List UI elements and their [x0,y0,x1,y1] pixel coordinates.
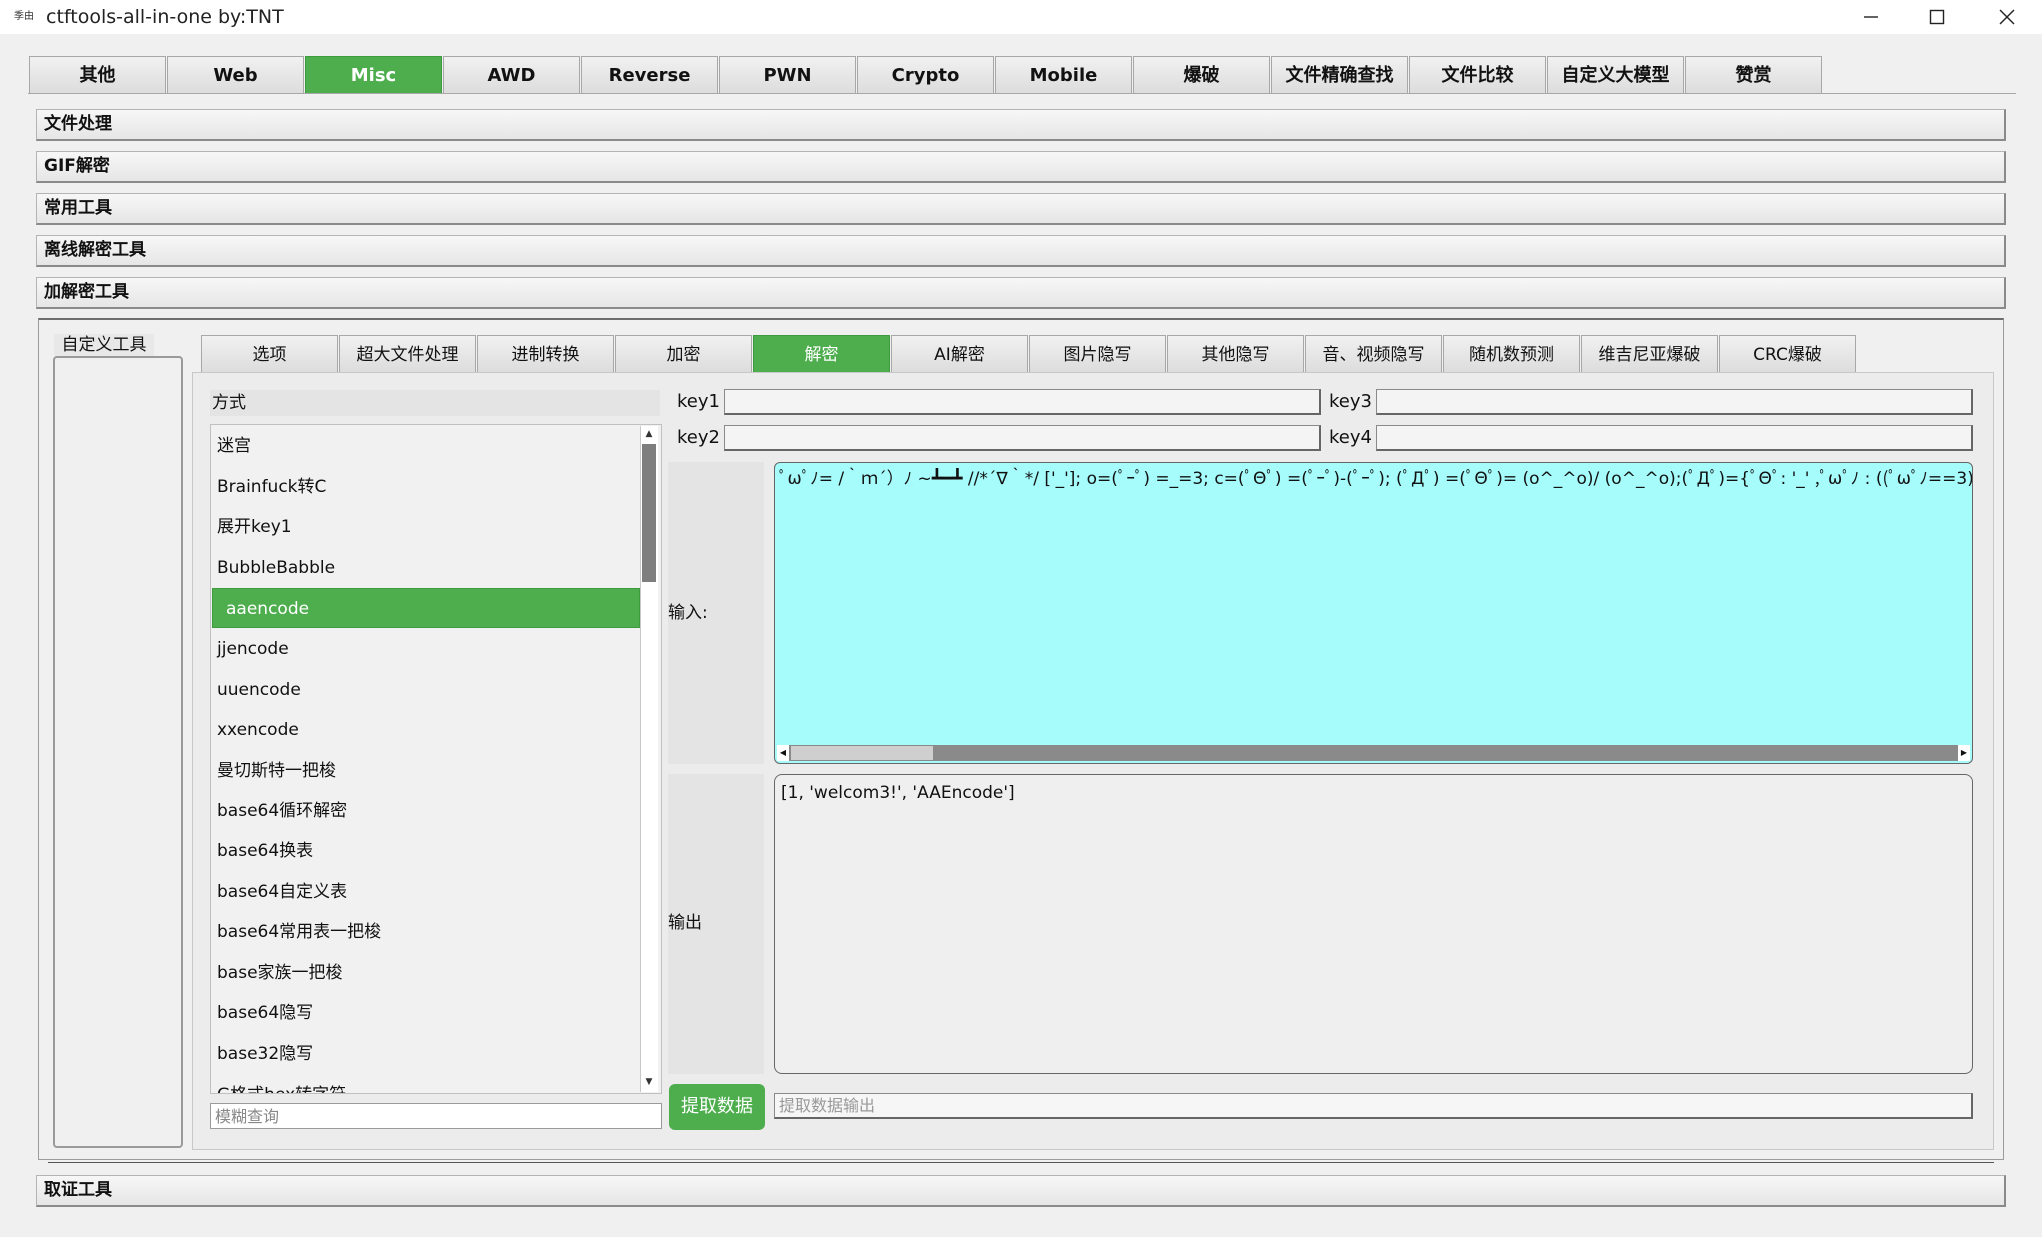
key4-field[interactable] [1376,425,1973,451]
scroll-left-arrow-icon[interactable]: ◀ [777,745,789,761]
tab-file-search[interactable]: 文件精确查找 [1271,56,1408,94]
output-label: 输出 [668,913,702,933]
key3-label: key3 [1329,391,1372,412]
app-icon: 季由 [14,11,34,22]
list-item[interactable]: BubbleBabble [211,548,641,588]
custom-tools-label: 自定义工具 [54,334,154,356]
key4-label: key4 [1329,427,1372,448]
list-item[interactable]: base64隐写 [211,993,641,1033]
subtab-large-file[interactable]: 超大文件处理 [339,335,476,373]
subtab-image-stego[interactable]: 图片隐写 [1029,335,1166,373]
section-crypto-tools[interactable]: 加解密工具 [36,277,2006,309]
extract-output-field[interactable] [774,1093,1973,1119]
custom-tools-group [53,356,183,1148]
subtab-vigenere-brute[interactable]: 维吉尼亚爆破 [1581,335,1718,373]
list-item[interactable]: base64自定义表 [211,872,641,912]
minimize-icon [1864,16,1878,18]
subtab-av-stego[interactable]: 音、视频隐写 [1305,335,1442,373]
list-item[interactable]: G格式hex转字符 [211,1075,641,1093]
section-offline-decrypt[interactable]: 离线解密工具 [36,235,2006,267]
subtab-base-convert[interactable]: 进制转换 [477,335,614,373]
section-gif-decrypt[interactable]: GIF解密 [36,151,2006,183]
scroll-right-arrow-icon[interactable]: ▶ [1958,745,1970,761]
key1-field[interactable] [724,389,1321,415]
list-item[interactable]: 迷宫 [211,426,641,466]
fuzzy-search-input[interactable] [210,1103,662,1129]
close-button[interactable] [1976,0,2038,34]
list-item[interactable]: xxencode [211,710,641,750]
subtab-other-stego[interactable]: 其他隐写 [1167,335,1304,373]
list-item[interactable]: Brainfuck转C [211,467,641,507]
key2-field[interactable] [724,425,1321,451]
method-list[interactable]: 迷宫 Brainfuck转C 展开key1 BubbleBabble aaenc… [210,424,662,1094]
input-text[interactable]: ﾟωﾟﾉ= /｀ｍ´）ﾉ ~┻━┻ //*´∇｀*/ ['_']; o=(ﾟｰﾟ… [779,467,1972,491]
list-item[interactable]: 展开key1 [211,507,641,547]
list-item[interactable]: uuencode [211,670,641,710]
tab-other[interactable]: 其他 [29,56,166,94]
input-horizontal-scrollbar[interactable]: ◀ ▶ [777,745,1970,761]
list-item[interactable]: jjencode [211,629,641,669]
scrollbar-thumb[interactable] [791,746,933,760]
section-file-processing[interactable]: 文件处理 [36,109,2006,141]
list-item-selected[interactable]: aaencode [212,588,640,628]
minimize-button[interactable] [1840,0,1902,34]
section-common-tools[interactable]: 常用工具 [36,193,2006,225]
list-item[interactable]: base64常用表一把梭 [211,912,641,952]
method-label: 方式 [210,390,660,416]
panel-divider [48,1162,1994,1163]
subtab-options[interactable]: 选项 [201,335,338,373]
subtab-random-predict[interactable]: 随机数预测 [1443,335,1580,373]
subtab-decrypt[interactable]: 解密 [753,335,890,373]
list-item[interactable]: base64循环解密 [211,791,641,831]
tab-pwn[interactable]: PWN [719,56,856,94]
tab-donate[interactable]: 赞赏 [1685,56,1822,94]
tab-crypto[interactable]: Crypto [857,56,994,94]
tab-web[interactable]: Web [167,56,304,94]
section-forensics-tools[interactable]: 取证工具 [36,1175,2006,1207]
tab-reverse[interactable]: Reverse [581,56,718,94]
key2-label: key2 [677,427,720,448]
title-bar [0,0,2042,34]
input-textarea[interactable]: ﾟωﾟﾉ= /｀ｍ´）ﾉ ~┻━┻ //*´∇｀*/ ['_']; o=(ﾟｰﾟ… [774,462,1973,764]
scroll-up-arrow-icon[interactable]: ▲ [640,426,658,442]
list-item[interactable]: base32隐写 [211,1034,641,1074]
subtab-ai-decrypt[interactable]: AI解密 [891,335,1028,373]
tab-awd[interactable]: AWD [443,56,580,94]
extract-data-button[interactable]: 提取数据 [669,1084,765,1130]
list-item[interactable]: base家族一把梭 [211,953,641,993]
subtab-encrypt[interactable]: 加密 [615,335,752,373]
input-label: 输入: [668,603,708,623]
list-item[interactable]: base64换表 [211,831,641,871]
tab-divider [28,93,2016,94]
scroll-down-arrow-icon[interactable]: ▼ [640,1074,658,1090]
key3-field[interactable] [1376,389,1973,415]
subtab-crc-brute[interactable]: CRC爆破 [1719,335,1856,373]
output-textarea[interactable]: [1, 'welcom3!', 'AAEncode'] [774,774,1973,1074]
tab-misc[interactable]: Misc [305,56,442,94]
tab-custom-llm[interactable]: 自定义大模型 [1547,56,1684,94]
key1-label: key1 [677,391,720,412]
maximize-button[interactable] [1906,0,1968,34]
close-icon [1999,9,2015,25]
list-item[interactable]: 曼切斯特一把梭 [211,751,641,791]
window-title: ctftools-all-in-one by:TNT [46,6,284,28]
tab-mobile[interactable]: Mobile [995,56,1132,94]
maximize-icon [1929,9,1945,25]
scrollbar-thumb[interactable] [642,444,656,582]
tab-bruteforce[interactable]: 爆破 [1133,56,1270,94]
tab-file-compare[interactable]: 文件比较 [1409,56,1546,94]
